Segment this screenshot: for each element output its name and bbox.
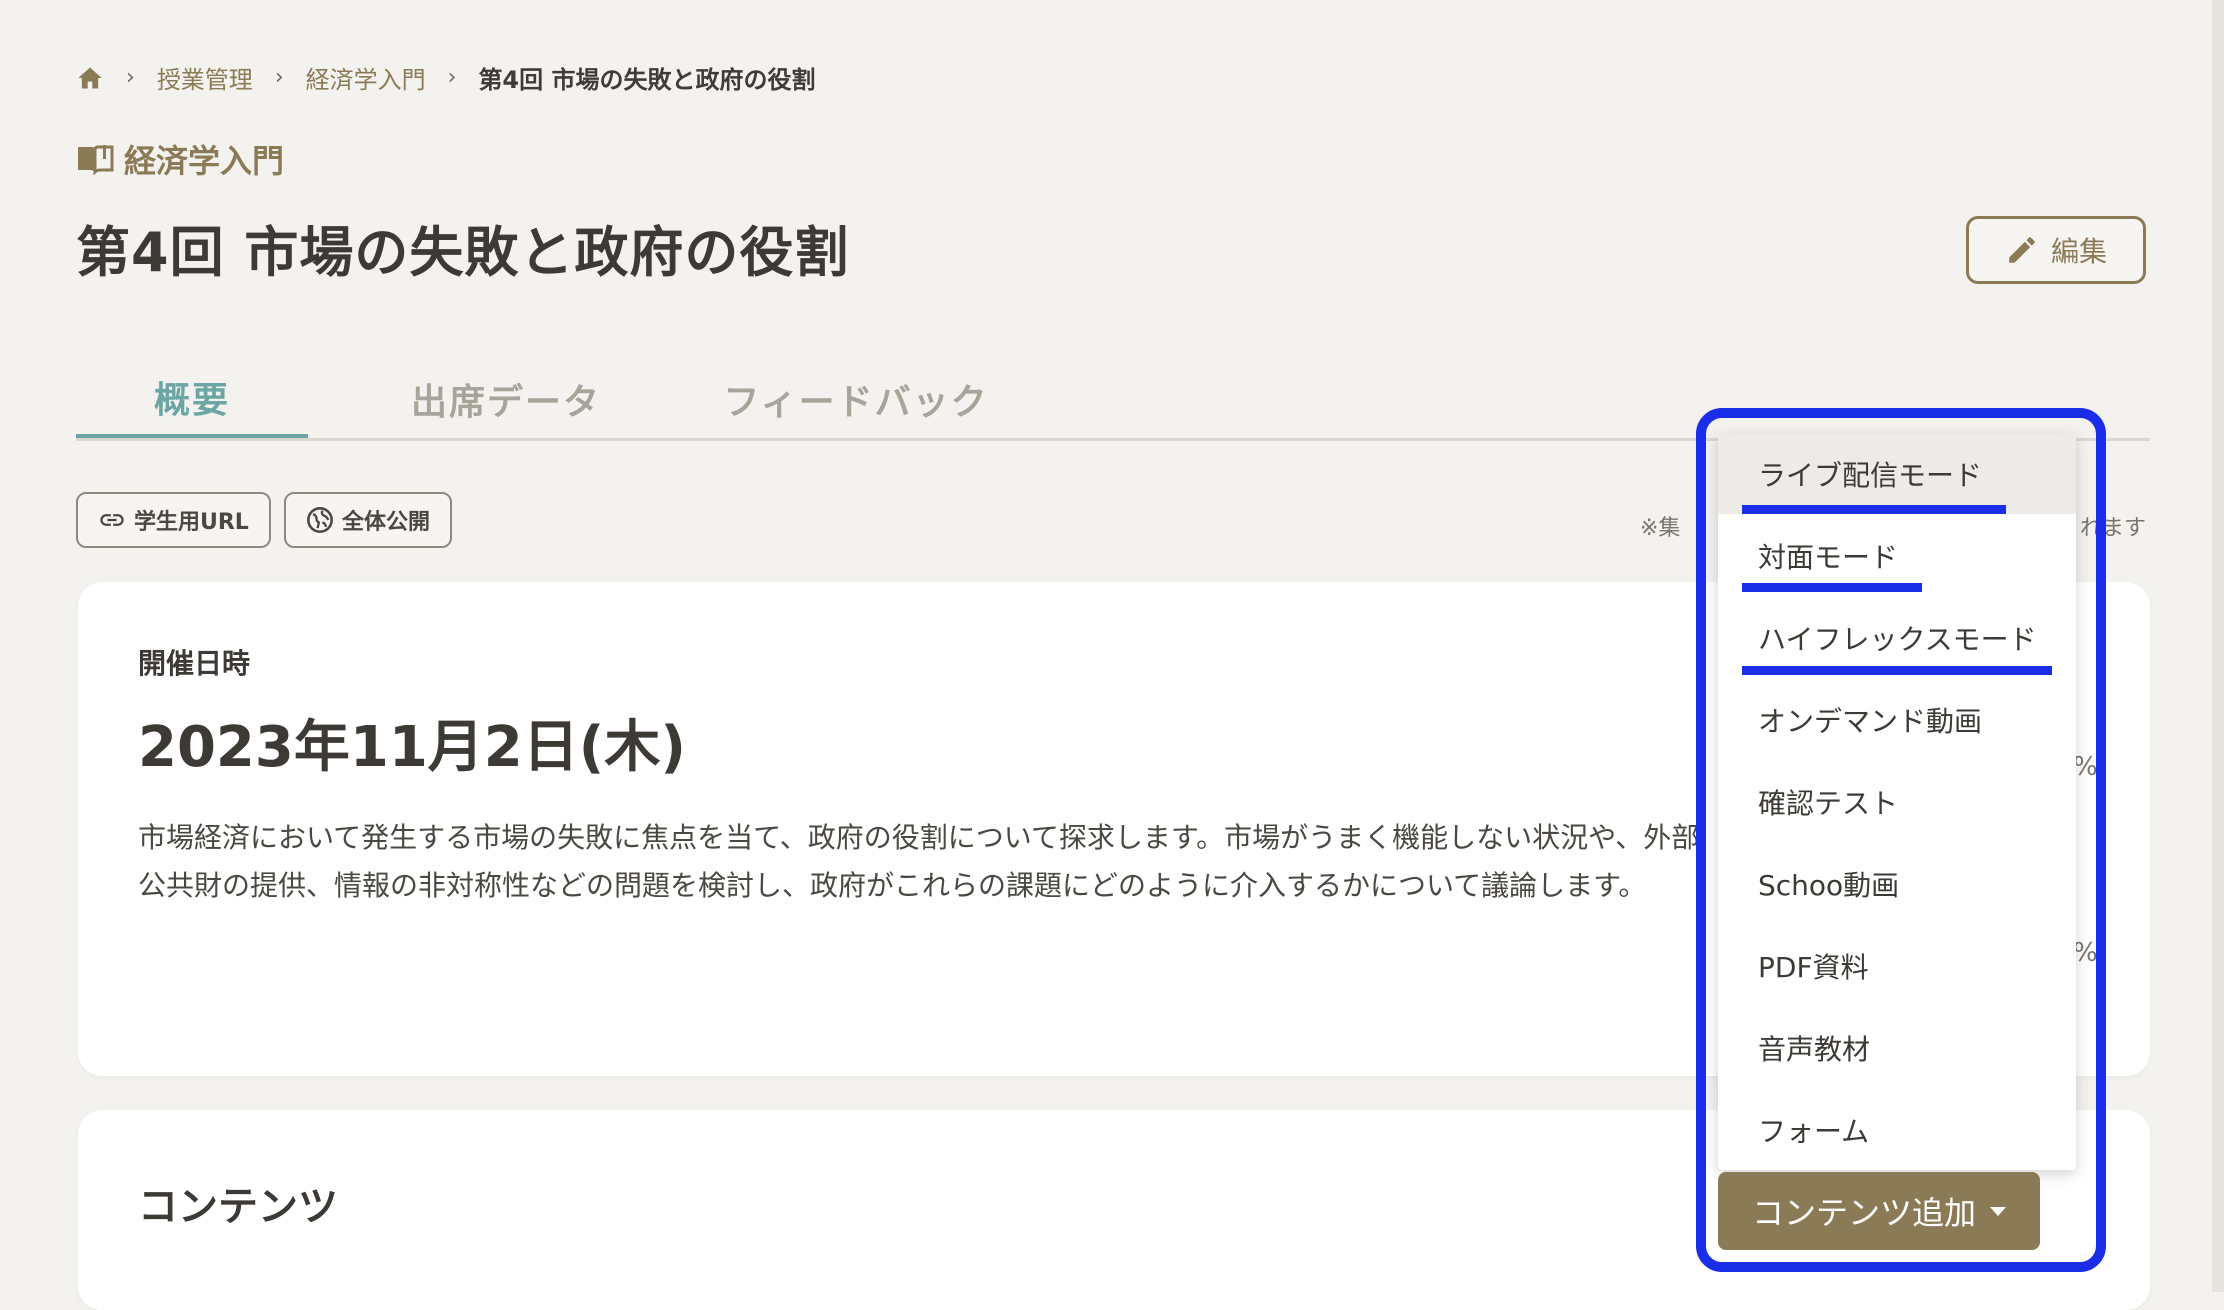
menu-item-schoo-video[interactable]: Schoo動画: [1718, 844, 2076, 924]
menu-item-on-demand-video[interactable]: オンデマンド動画: [1718, 680, 2076, 760]
menu-item-audio[interactable]: 音声教材: [1718, 1008, 2076, 1088]
chevron-right-icon: ›: [126, 65, 135, 90]
stat-percent: %: [2073, 938, 2098, 968]
home-icon[interactable]: [76, 64, 104, 92]
annotation-underline: [1742, 505, 2006, 514]
caret-down-icon: [1990, 1206, 2006, 1216]
tab-bar: 概要 出席データ フィードバック: [76, 360, 2150, 441]
book-icon: [78, 145, 114, 175]
date-value: 2023年11月2日(木): [138, 715, 686, 780]
aggregation-note-tail: れます: [2080, 516, 2147, 541]
annotation-underline: [1742, 666, 2052, 675]
tab-feedback[interactable]: フィードバック: [696, 360, 1016, 438]
course-name-line: 経済学入門: [76, 136, 284, 182]
breadcrumb: › 授業管理 › 経済学入門 › 第4回 市場の失敗と政府の役割: [76, 60, 816, 95]
add-content-label: コンテンツ追加: [1751, 1194, 1976, 1232]
tab-attendance[interactable]: 出席データ: [376, 360, 636, 438]
breadcrumb-item-course[interactable]: 経済学入門: [306, 60, 426, 95]
description-line: 市場経済において発生する市場の失敗に焦点を当て、政府の役割について探求します。市…: [138, 821, 1700, 854]
menu-item-pdf[interactable]: PDF資料: [1718, 926, 2076, 1006]
description-line: 公共財の提供、情報の非対称性などの問題を検討し、政府がこれらの課題にどのように介…: [138, 869, 1647, 902]
aggregation-note: ※集: [1640, 516, 1681, 541]
student-url-label: 学生用URL: [134, 510, 249, 535]
scrollbar[interactable]: [2212, 0, 2224, 1292]
menu-item-form[interactable]: フォーム: [1718, 1090, 2076, 1170]
tab-overview[interactable]: 概要: [76, 360, 308, 438]
annotation-underline: [1742, 583, 1922, 592]
public-visibility-label: 全体公開: [342, 510, 431, 535]
menu-item-live-streaming[interactable]: ライブ配信モード: [1718, 434, 2076, 514]
content-type-menu: ライブ配信モード 対面モード ハイフレックスモード オンデマンド動画 確認テスト…: [1718, 434, 2076, 1170]
public-visibility-button[interactable]: 全体公開: [284, 492, 453, 548]
link-icon: [100, 514, 124, 526]
course-name: 経済学入門: [124, 142, 285, 180]
menu-item-quiz[interactable]: 確認テスト: [1718, 762, 2076, 842]
student-url-button[interactable]: 学生用URL: [76, 492, 271, 548]
breadcrumb-item-class-management[interactable]: 授業管理: [157, 60, 253, 95]
lesson-description: 市場経済において発生する市場の失敗に焦点を当て、政府の役割について探求します。市…: [138, 814, 1758, 910]
contents-title: コンテンツ: [138, 1184, 338, 1230]
pencil-icon: [2009, 237, 2035, 263]
globe-icon: [307, 507, 333, 533]
edit-button[interactable]: 編集: [1966, 216, 2146, 284]
chevron-right-icon: ›: [447, 65, 457, 90]
date-label: 開催日時: [138, 647, 251, 680]
stat-percent: %: [2073, 752, 2098, 782]
breadcrumb-current: 第4回 市場の失敗と政府の役割: [478, 66, 816, 94]
page-title: 第4回 市場の失敗と政府の役割: [76, 221, 850, 284]
add-content-button[interactable]: コンテンツ追加: [1718, 1172, 2040, 1250]
chevron-right-icon: ›: [274, 65, 284, 90]
edit-button-label: 編集: [2050, 235, 2107, 268]
